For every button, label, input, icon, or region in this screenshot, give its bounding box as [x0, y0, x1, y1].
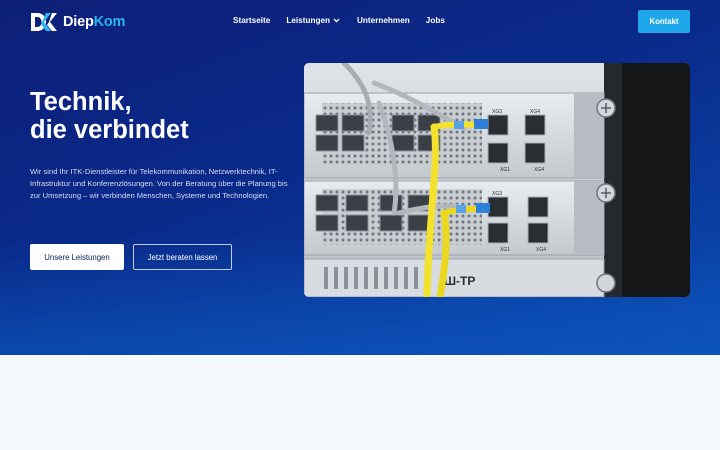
port-label: XG4 — [534, 167, 544, 173]
nav-item-label: Unternehmen — [357, 16, 410, 25]
hero-title-line2: die verbindet — [30, 116, 189, 144]
brand-logo[interactable]: DiepKom — [30, 11, 125, 33]
nav-item-unternehmen[interactable]: Unternehmen — [357, 16, 410, 25]
brand-name: DiepKom — [63, 14, 125, 30]
contact-button[interactable]: Kontakt — [638, 10, 690, 33]
port-label: XG4 — [530, 109, 540, 115]
switch-unit-middle — [304, 180, 616, 256]
chevron-down-icon — [333, 18, 340, 23]
port-label: XG3 — [492, 191, 502, 197]
switch-unit-top — [304, 92, 616, 179]
hero-section: DiepKom Startseite Leistungen Unternehme… — [0, 0, 720, 355]
services-button[interactable]: Unsere Leistungen — [30, 244, 124, 270]
brand-name-part2: Kom — [93, 14, 126, 30]
content-section — [0, 355, 720, 450]
hero-title-line1: Technik, — [30, 88, 132, 116]
nav-item-startseite[interactable]: Startseite — [233, 16, 270, 25]
brand-name-part1: Diep — [63, 14, 94, 30]
hero-description: Wir sind Ihr ITK-Dienstleister für Telek… — [30, 167, 288, 201]
network-switch-photo: XG3 XG4 XG1 XG4 XG3 XG1 XG4 Ш-TP — [304, 63, 690, 297]
nav-item-label: Jobs — [425, 16, 445, 25]
nav-item-label: Leistungen — [286, 16, 330, 25]
port-label: XG1 — [500, 247, 510, 253]
device-label: Ш-TP — [444, 274, 475, 288]
dk-monogram-icon — [31, 13, 57, 31]
nav-item-label: Startseite — [233, 16, 271, 25]
nav-item-leistungen[interactable]: Leistungen — [286, 16, 340, 25]
hero-title: Technik, die verbindet — [30, 88, 189, 144]
port-label: XG3 — [492, 109, 502, 115]
hero-image: XG3 XG4 XG1 XG4 XG3 XG1 XG4 Ш-TP — [304, 63, 690, 297]
consultation-button[interactable]: Jetzt beraten lassen — [133, 244, 232, 270]
port-label: XG1 — [500, 167, 510, 173]
main-menu: Startseite Leistungen Unternehmen Jobs — [233, 16, 445, 25]
nav-item-jobs[interactable]: Jobs — [426, 16, 445, 25]
top-navigation: DiepKom Startseite Leistungen Unternehme… — [0, 0, 720, 44]
port-label: XG4 — [536, 247, 546, 253]
